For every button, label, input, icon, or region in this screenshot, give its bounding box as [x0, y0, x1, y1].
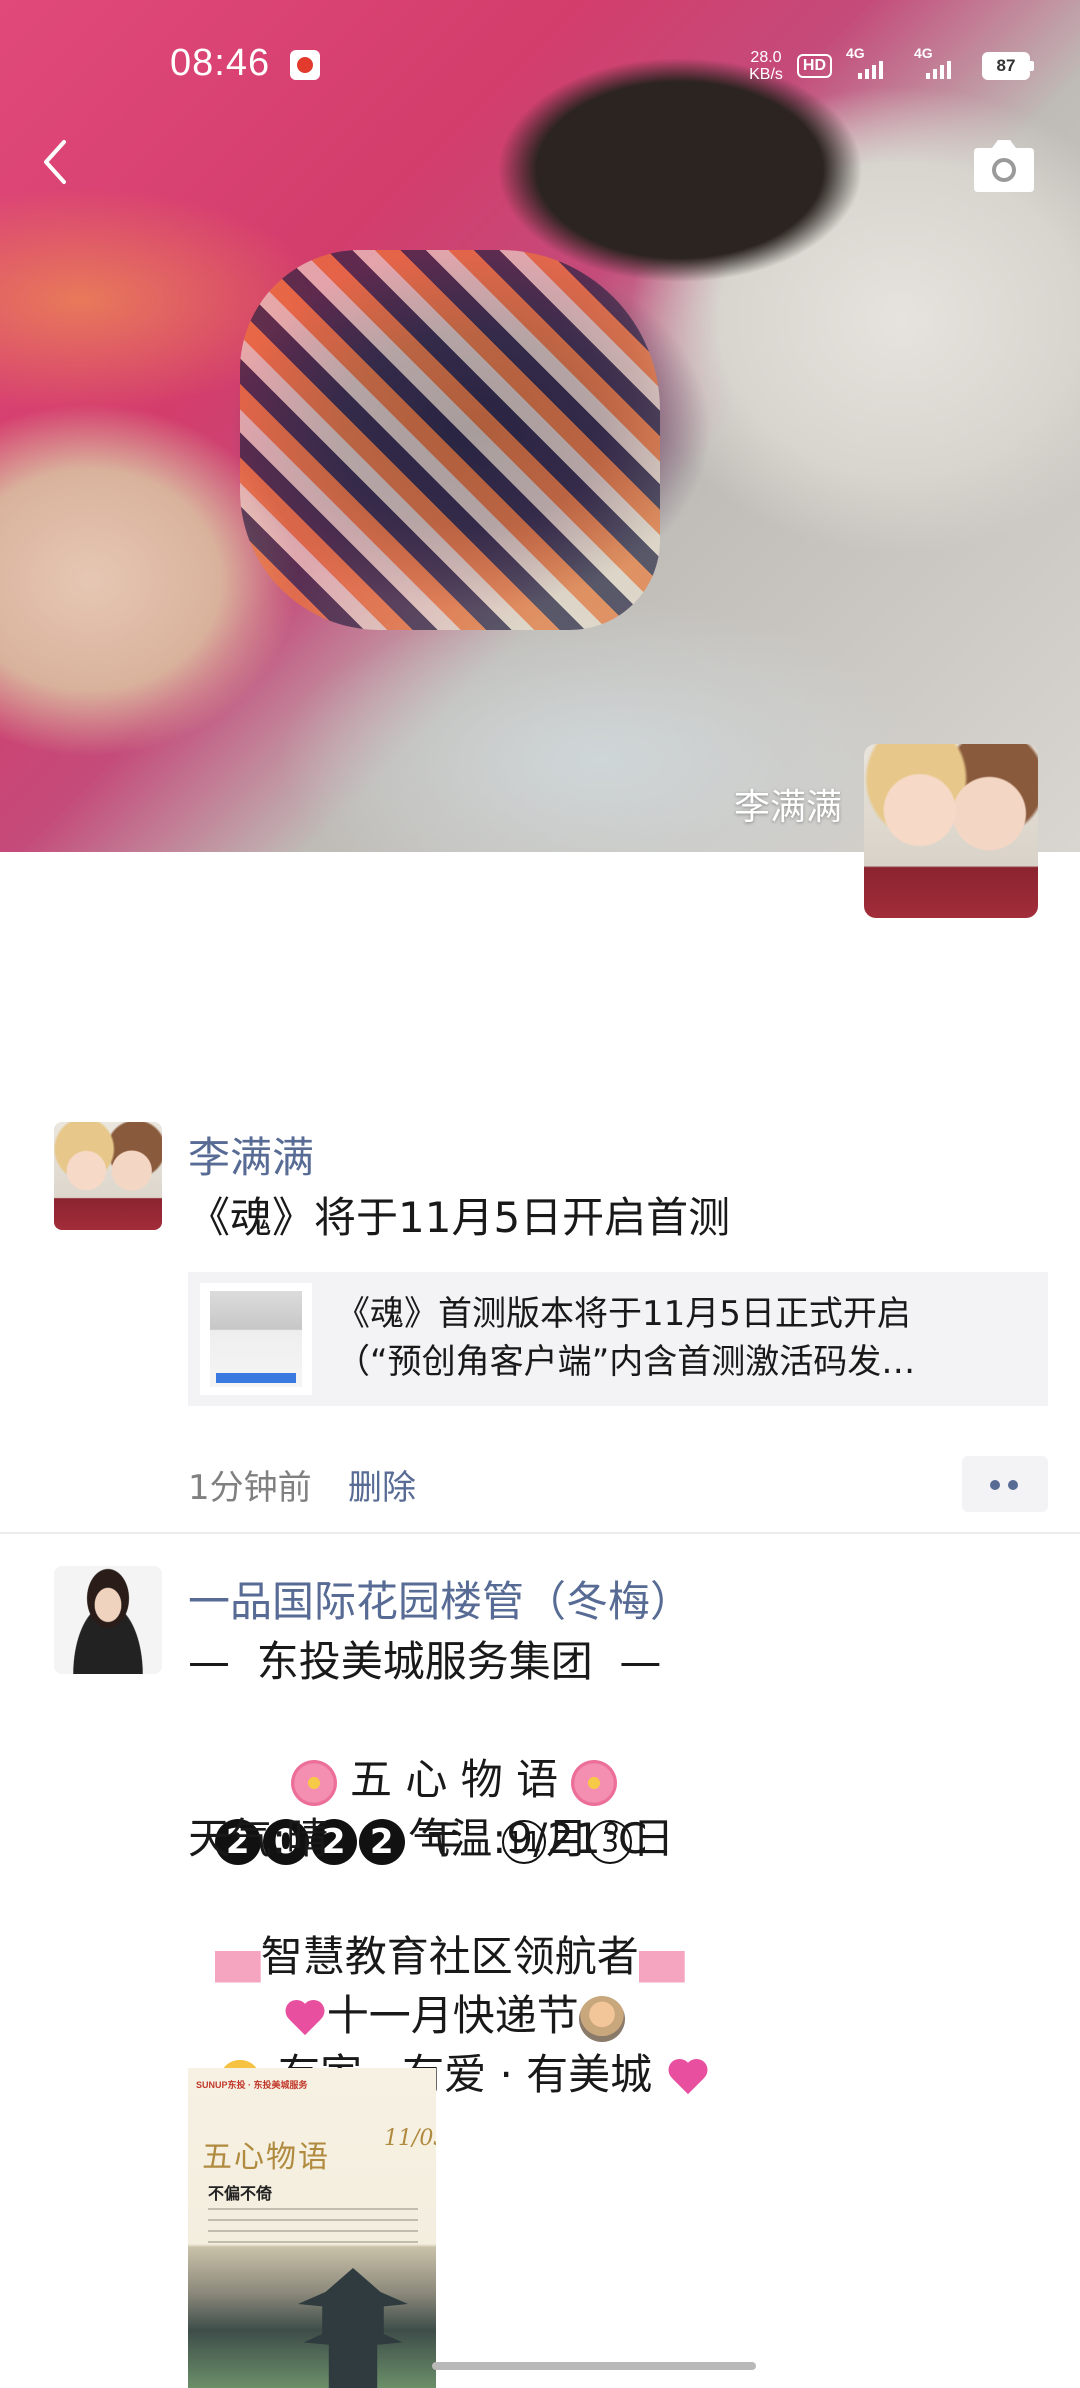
delete-post-link[interactable]: 删除 — [348, 1460, 416, 1509]
post-text: 《魂》将于11月5日开启首测 — [188, 1193, 731, 1242]
network-speed-unit: KB/s — [749, 66, 783, 83]
link-title-line2: （“预创角客户端”内含首测激活码发… — [336, 1342, 916, 1382]
cover-owner-avatar[interactable] — [864, 744, 1038, 918]
more-dots-icon — [1008, 1480, 1018, 1490]
home-indicator[interactable] — [432, 2362, 756, 2370]
chevron-left-icon — [44, 140, 66, 184]
post-timestamp: 1分钟前 — [188, 1468, 312, 1508]
poster-body-text — [208, 2208, 418, 2248]
camera-button[interactable] — [972, 138, 1036, 194]
post-avatar[interactable] — [54, 1122, 162, 1230]
status-indicators: 28.0 KB/s HD 4G 4G 87 — [749, 45, 1034, 86]
status-bar: 08:46 28.0 KB/s HD 4G 4G 87 — [0, 0, 1080, 132]
link-title-line1: 《魂》首测版本将于11月5日正式开启 — [336, 1294, 911, 1334]
post-avatar[interactable] — [54, 1566, 162, 1674]
wedding-chapel-icon — [638, 1936, 685, 1983]
poster-brand-logo: SUNUP东投 · 东投美城服务 — [196, 2080, 308, 2090]
post-divider — [0, 1532, 1080, 1534]
pagoda-illustration — [298, 2268, 408, 2388]
network-speed-value: 28.0 — [750, 49, 782, 66]
post-author-name[interactable]: 一品国际花园楼管（冬梅） — [188, 1568, 692, 1629]
back-button[interactable] — [30, 132, 90, 192]
post-text-line: 天气:晴 气温:9/21℃ — [188, 1814, 648, 1863]
signal-type-label: 4G — [914, 45, 933, 61]
more-dots-icon — [990, 1480, 1000, 1490]
heart-icon — [666, 2058, 710, 2098]
status-time: 08:46 — [170, 42, 271, 84]
battery-icon: 87 — [982, 52, 1034, 80]
signal-type-label: 4G — [846, 45, 865, 61]
poster-title: 五心物语 — [202, 2140, 330, 2175]
poster-subtitle: 不偏不倚 — [208, 2184, 273, 2203]
network-speed: 28.0 KB/s — [749, 49, 783, 83]
wedding-chapel-icon — [214, 1936, 261, 1983]
notification-app-icon — [290, 50, 320, 80]
signal-strength-icon: 4G — [914, 45, 968, 79]
post-text-line: — 东投美城服务集团 — — [188, 1637, 662, 1686]
camera-icon — [974, 140, 1034, 192]
signal-strength-icon: 4G — [846, 45, 900, 79]
post-image[interactable]: SUNUP东投 · 东投美城服务 五心物语 11/03 不偏不倚 — [188, 2068, 436, 2388]
shared-link-card[interactable]: 《魂》首测版本将于11月5日正式开启 （“预创角客户端”内含首测激活码发… — [188, 1272, 1048, 1406]
cover-photo-pattern — [240, 250, 660, 630]
cover-owner-name[interactable]: 李满满 — [734, 778, 842, 830]
more-actions-button[interactable] — [962, 1456, 1048, 1512]
hd-voice-icon: HD — [796, 54, 832, 78]
poster-date: 11/03 — [384, 2126, 436, 2151]
link-thumbnail — [200, 1283, 312, 1395]
post-author-name[interactable]: 李满满 — [188, 1124, 314, 1185]
